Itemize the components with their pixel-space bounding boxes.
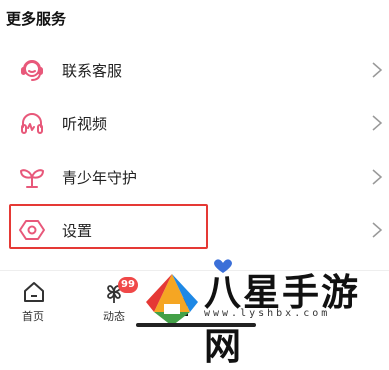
menu-item-label: 联系客服 bbox=[62, 61, 123, 80]
chevron-right-icon bbox=[371, 113, 383, 133]
tab-home[interactable]: 首页 bbox=[3, 276, 63, 326]
watermark: 八星手游网 www.lyshbx.com bbox=[140, 258, 389, 368]
settings-highlight-box bbox=[9, 204, 208, 249]
section-title: 更多服务 bbox=[6, 10, 67, 28]
menu-item-listen-video[interactable]: 听视频 bbox=[0, 97, 389, 149]
sprout-icon bbox=[18, 163, 46, 191]
headphones-icon bbox=[18, 109, 46, 137]
menu-item-label: 青少年守护 bbox=[62, 168, 138, 187]
tab-feed-label: 动态 bbox=[103, 310, 125, 323]
tab-home-label: 首页 bbox=[22, 310, 44, 323]
menu-item-youth-protection[interactable]: 青少年守护 bbox=[0, 151, 389, 203]
watermark-url: www.lyshbx.com bbox=[204, 308, 331, 319]
menu-item-customer-service[interactable]: 联系客服 bbox=[0, 44, 389, 96]
home-indicator bbox=[136, 323, 256, 327]
heart-icon bbox=[212, 258, 234, 277]
chevron-right-icon bbox=[371, 167, 383, 187]
menu-item-label: 听视频 bbox=[62, 114, 108, 133]
notification-badge: 99 bbox=[118, 277, 138, 293]
chevron-right-icon bbox=[371, 60, 383, 80]
customer-service-headset-icon bbox=[18, 56, 46, 84]
chevron-right-icon bbox=[371, 220, 383, 240]
home-icon bbox=[22, 280, 46, 308]
